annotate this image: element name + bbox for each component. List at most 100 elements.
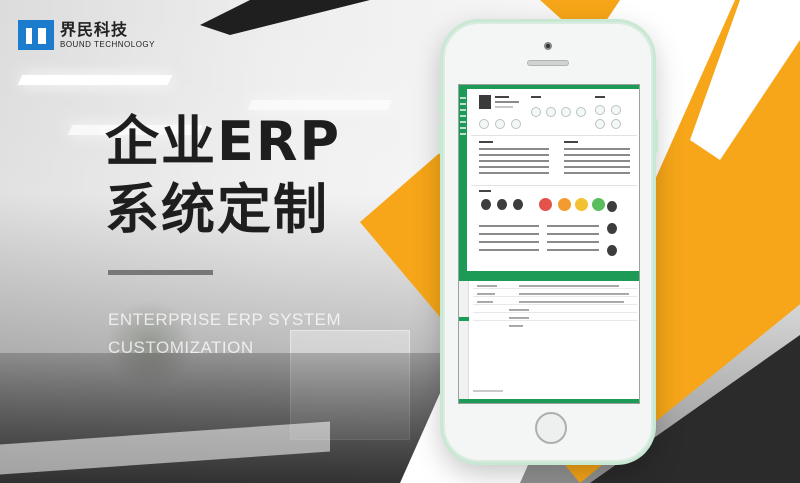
- brand-square-icon: [18, 20, 54, 50]
- avatar: [481, 199, 491, 210]
- mini-text: [479, 241, 539, 243]
- shortcut-icon: [495, 119, 505, 129]
- title-line-1: 企业ERP: [105, 110, 342, 173]
- table-cell: [473, 390, 503, 392]
- mini-text: [531, 96, 541, 98]
- avatar: [513, 199, 523, 210]
- mini-text: [479, 148, 549, 150]
- erp-header-bar: [459, 274, 639, 281]
- table-cell: [519, 293, 629, 295]
- mini-text: [547, 241, 599, 243]
- panel-divider: [471, 185, 637, 186]
- panel-divider: [471, 135, 637, 136]
- mini-text: [495, 101, 519, 103]
- mini-text: [479, 190, 491, 192]
- sidebar-item-selected: [459, 317, 469, 321]
- shortcut-icon: [611, 119, 621, 129]
- erp-dashboard-thumbnail: [458, 84, 640, 404]
- sidebar-item: [460, 103, 466, 105]
- erp-footer-bar: [459, 399, 639, 403]
- home-button[interactable]: [535, 412, 567, 444]
- brand-name-en: BOUND TECHNOLOGY: [60, 39, 155, 49]
- mini-text: [564, 141, 578, 143]
- mini-text: [479, 154, 549, 156]
- erp-sidebar: [459, 281, 469, 403]
- mini-text: [479, 172, 549, 174]
- camera-icon: [544, 42, 552, 50]
- table-cell: [509, 325, 523, 327]
- mini-text: [495, 96, 509, 98]
- subtitle-line-2: CUSTOMIZATION: [108, 338, 254, 357]
- shortcut-icon: [595, 119, 605, 129]
- title-divider: [108, 270, 213, 275]
- table-row: [473, 304, 637, 305]
- mini-text: [479, 233, 539, 235]
- table-row: [473, 296, 637, 297]
- table-cell: [477, 293, 495, 295]
- mini-text: [479, 160, 549, 162]
- erp-dashboard-panel: [459, 85, 639, 271]
- table-cell: [509, 317, 529, 319]
- avatar: [497, 199, 507, 210]
- sidebar-item: [460, 109, 466, 111]
- mini-text: [479, 141, 493, 143]
- mini-text: [564, 160, 630, 162]
- sidebar-item: [460, 97, 466, 99]
- erp-table-panel: [459, 271, 639, 403]
- mini-text: [479, 166, 549, 168]
- table-cell: [509, 309, 529, 311]
- shortcut-icon: [531, 107, 541, 117]
- phone-side-button: [438, 94, 442, 112]
- mini-text: [547, 233, 599, 235]
- status-badge: [558, 198, 571, 211]
- mini-text: [547, 249, 599, 251]
- sidebar-item: [460, 115, 466, 117]
- erp-header-bar: [459, 85, 639, 89]
- status-badge: [592, 198, 605, 211]
- shortcut-icon: [595, 105, 605, 115]
- page-title: 企业ERP 系统定制: [105, 108, 341, 244]
- mini-text: [547, 225, 599, 227]
- shortcut-icon: [511, 119, 521, 129]
- mini-text: [595, 96, 605, 98]
- table-cell: [519, 301, 624, 303]
- mini-text: [479, 225, 539, 227]
- smartphone-icon: [438, 22, 658, 462]
- table-row: [473, 312, 637, 313]
- erp-sidebar: [459, 89, 467, 271]
- mini-text: [564, 154, 630, 156]
- phone-side-button: [438, 124, 442, 154]
- avatar: [607, 223, 617, 234]
- shortcut-icon: [479, 119, 489, 129]
- sidebar-item: [460, 127, 466, 129]
- brand-text: 界民科技 BOUND TECHNOLOGY: [60, 19, 155, 49]
- status-badge: [539, 198, 552, 211]
- brand-logo[interactable]: 界民科技 BOUND TECHNOLOGY: [18, 20, 155, 50]
- subtitle-line-1: ENTERPRISE ERP SYSTEM: [108, 310, 342, 329]
- title-line-2: 系统定制: [105, 178, 329, 241]
- sidebar-item: [460, 133, 466, 135]
- mini-text: [495, 106, 513, 108]
- shortcut-icon: [611, 105, 621, 115]
- mini-text: [564, 172, 630, 174]
- shortcut-icon: [561, 107, 571, 117]
- sidebar-item: [460, 121, 466, 123]
- shortcut-icon: [546, 107, 556, 117]
- avatar: [607, 245, 617, 256]
- table-row: [473, 288, 637, 289]
- mini-text: [564, 166, 630, 168]
- ceiling-light: [17, 75, 173, 85]
- table-row: [473, 320, 637, 321]
- speaker-grille: [527, 60, 569, 66]
- brand-name-cn: 界民科技: [60, 19, 129, 39]
- shortcut-icon: [576, 107, 586, 117]
- status-badge: [575, 198, 588, 211]
- table-cell: [477, 285, 497, 287]
- page-subtitle: ENTERPRISE ERP SYSTEM CUSTOMIZATION: [108, 306, 341, 362]
- avatar: [607, 201, 617, 212]
- table-cell: [477, 301, 493, 303]
- mini-text: [479, 249, 539, 251]
- mini-text: [564, 148, 630, 150]
- phone-side-button: [654, 119, 658, 153]
- table-cell: [519, 285, 619, 287]
